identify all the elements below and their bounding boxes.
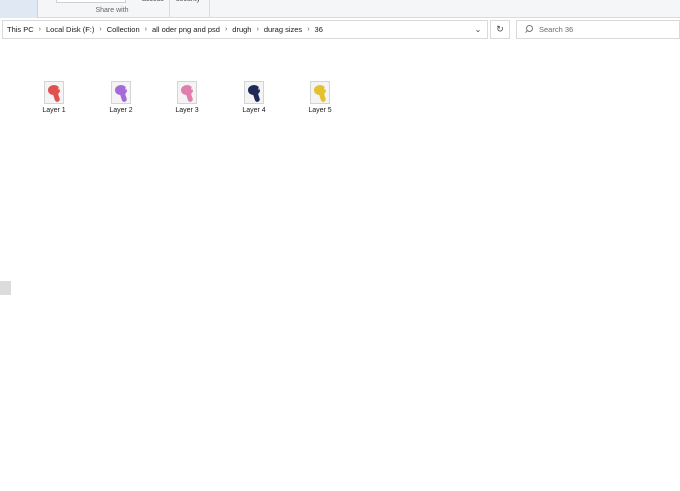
file-item-layer-4[interactable]: Layer 4 <box>234 81 274 121</box>
refresh-icon: ↻ <box>496 24 504 34</box>
durag-highlight <box>324 87 327 90</box>
breadcrumb-36[interactable]: 36 <box>315 25 323 34</box>
ribbon-fragment-access: access <box>142 0 164 3</box>
file-item-layer-5[interactable]: Layer 5 <box>300 81 340 121</box>
search-placeholder: Search 36 <box>539 25 574 34</box>
durag-tail <box>185 91 194 103</box>
file-name: Layer 3 <box>175 107 199 114</box>
breadcrumb-all-oder-png-and-psd[interactable]: all oder png and psd <box>152 25 220 34</box>
durag-tail <box>119 91 128 103</box>
chevron-right-icon[interactable]: › <box>39 26 41 33</box>
image-thumbnail-icon <box>310 81 330 104</box>
durag-highlight <box>125 87 128 90</box>
image-thumbnail-icon <box>177 81 197 104</box>
image-thumbnail-icon <box>111 81 131 104</box>
chevron-right-icon[interactable]: › <box>225 26 227 33</box>
breadcrumb-drugh[interactable]: drugh <box>232 25 251 34</box>
breadcrumb-this-pc[interactable]: This PC <box>7 25 34 34</box>
durag-tail <box>318 91 327 103</box>
chevron-right-icon[interactable]: › <box>307 26 309 33</box>
ribbon: access security Share with <box>0 0 680 18</box>
search-icon <box>524 25 533 34</box>
file-name: Layer 4 <box>242 107 266 114</box>
durag-highlight <box>191 87 194 90</box>
address-bar[interactable]: This PC › Local Disk (F:) › Collection ›… <box>2 20 488 39</box>
chevron-right-icon[interactable]: › <box>99 26 101 33</box>
chevron-right-icon[interactable]: › <box>145 26 147 33</box>
refresh-button[interactable]: ↻ <box>490 20 510 39</box>
address-row: This PC › Local Disk (F:) › Collection ›… <box>0 20 680 39</box>
file-item-layer-2[interactable]: Layer 2 <box>101 81 141 121</box>
breadcrumb-collection[interactable]: Collection <box>107 25 140 34</box>
file-name: Layer 5 <box>308 107 332 114</box>
durag-tail <box>252 91 261 103</box>
chevron-right-icon[interactable]: › <box>256 26 258 33</box>
durag-tail <box>52 91 61 103</box>
search-input[interactable]: Search 36 <box>516 20 680 39</box>
file-item-layer-3[interactable]: Layer 3 <box>167 81 207 121</box>
ribbon-button[interactable] <box>56 0 126 3</box>
durag-highlight <box>58 87 61 90</box>
durag-highlight <box>258 87 261 90</box>
ribbon-fragment-security: security <box>176 0 200 3</box>
chevron-down-icon[interactable]: ⌄ <box>471 21 485 38</box>
navigation-pane-splitter[interactable] <box>0 281 11 295</box>
file-name: Layer 1 <box>42 107 66 114</box>
ribbon-divider <box>169 0 170 18</box>
file-item-layer-1[interactable]: Layer 1 <box>34 81 74 121</box>
file-name: Layer 2 <box>109 107 133 114</box>
breadcrumb-local-disk[interactable]: Local Disk (F:) <box>46 25 94 34</box>
ribbon-group-label: Share with <box>95 7 129 14</box>
image-thumbnail-icon <box>44 81 64 104</box>
ribbon-divider <box>209 0 210 18</box>
ribbon-tab-highlight <box>0 0 38 18</box>
image-thumbnail-icon <box>244 81 264 104</box>
breadcrumb-durag-sizes[interactable]: durag sizes <box>264 25 302 34</box>
